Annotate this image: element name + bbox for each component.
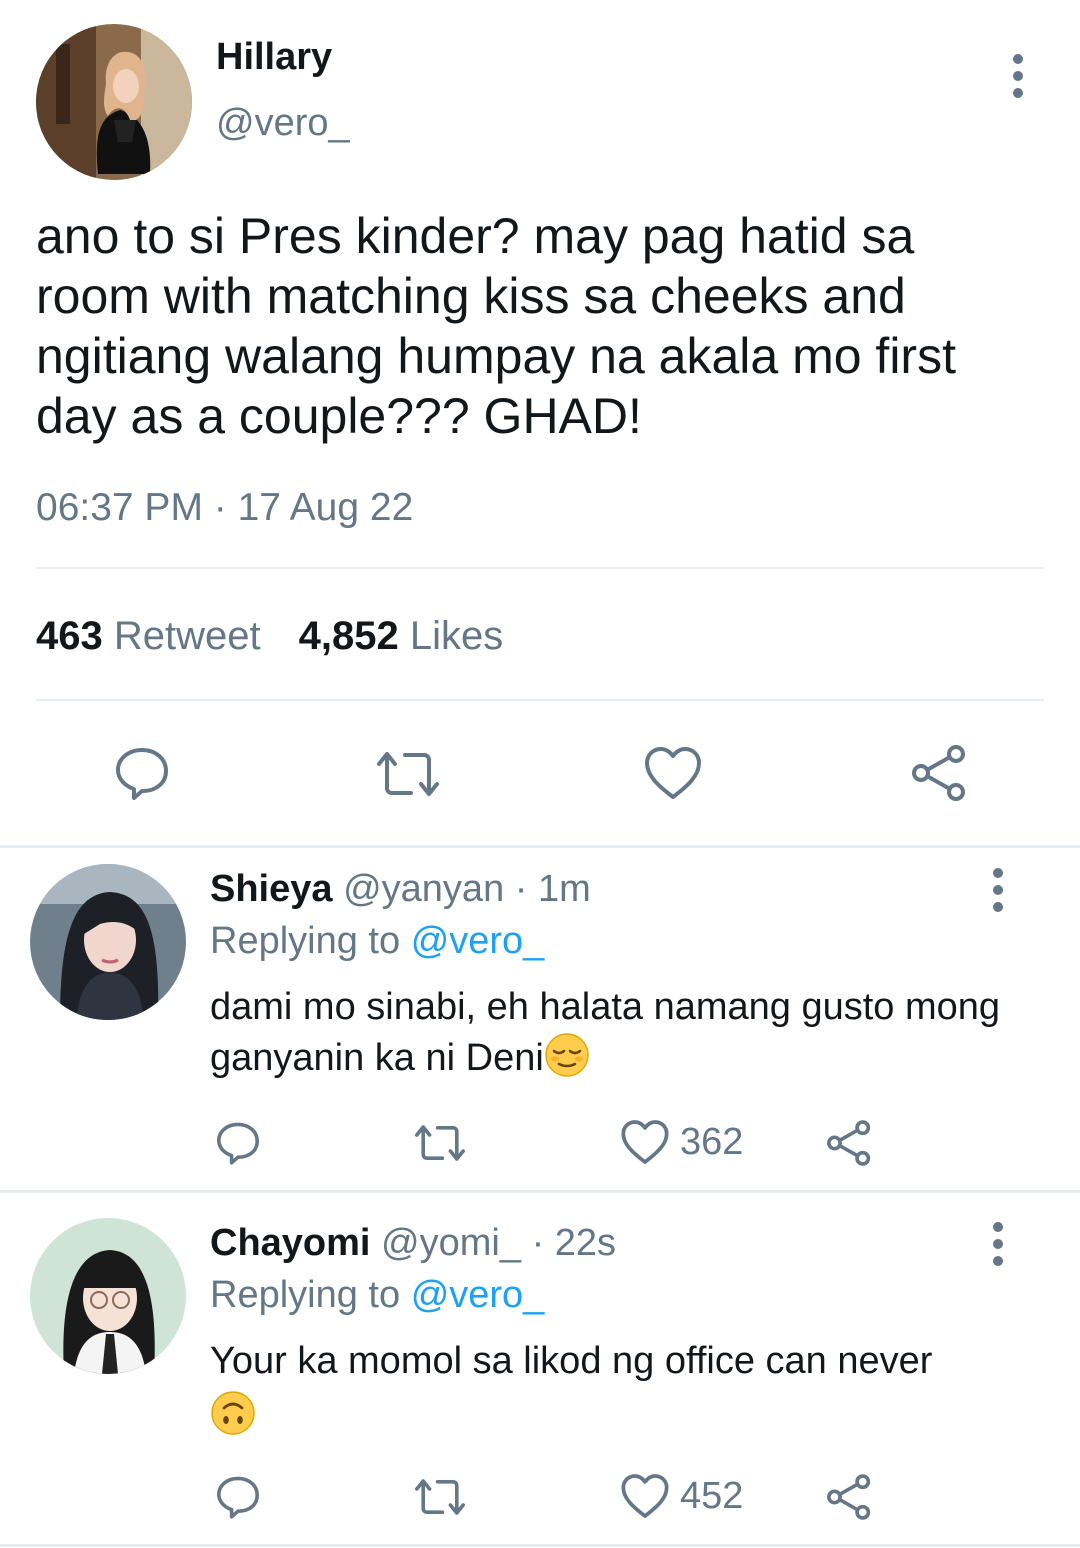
like-stat[interactable]: 4,852 Likes [299, 614, 504, 658]
main-handle[interactable]: @vero_ [216, 102, 350, 145]
share-button[interactable] [822, 1116, 876, 1170]
more-vertical-icon [988, 868, 1008, 912]
like-count: 362 [680, 1120, 744, 1163]
replying-to-label: Replying to [210, 1274, 401, 1316]
share-button[interactable] [822, 1470, 876, 1524]
retweet-button[interactable] [410, 1474, 470, 1520]
heart-icon [621, 1120, 669, 1164]
like-button[interactable]: 452 [620, 1472, 743, 1520]
main-tweet-text: ano to si Pres kinder? may pag hatid sa … [36, 208, 956, 444]
reply-handle[interactable]: @yomi_ [381, 1222, 521, 1264]
main-more-options-button[interactable] [1004, 54, 1032, 98]
more-vertical-icon [1008, 54, 1028, 98]
reply-icon [217, 1476, 259, 1519]
like-button[interactable] [640, 742, 706, 804]
retweet-count: 463 [36, 614, 103, 658]
reply-handle[interactable]: @yanyan [343, 868, 504, 910]
reply-display-name[interactable]: Shieya [210, 868, 333, 910]
like-count: 4,852 [298, 614, 399, 658]
divider [36, 567, 1044, 569]
retweet-icon [415, 1479, 465, 1515]
reply-avatar[interactable] [30, 864, 186, 1020]
share-icon [827, 1474, 871, 1520]
replying-to-label: Replying to [210, 920, 401, 962]
reply-header: Shieya @yanyan · 1m [210, 868, 591, 911]
retweet-label: Retweet [113, 614, 261, 658]
share-icon [827, 1120, 871, 1166]
replying-to-mention[interactable]: @vero_ [411, 1274, 545, 1316]
reply-avatar[interactable] [30, 1218, 186, 1374]
reply-age: · 22s [531, 1222, 617, 1264]
more-vertical-icon [988, 1222, 1008, 1266]
reply-button[interactable] [212, 1116, 264, 1168]
main-timestamp[interactable]: 06:37 PM · 17 Aug 22 [36, 486, 413, 530]
replying-to: Replying to @vero_ [210, 920, 544, 963]
retweet-button[interactable] [372, 744, 444, 804]
reply-text-content: dami mo sinabi, eh halata namang gusto m… [210, 986, 1001, 1079]
reply-text: dami mo sinabi, eh halata namang gusto m… [210, 982, 1010, 1083]
retweet-button[interactable] [410, 1120, 470, 1166]
reply-header: Chayomi @yomi_ · 22s [210, 1222, 616, 1265]
reply-button[interactable] [110, 740, 174, 804]
reply-age: · 1m [514, 868, 591, 910]
reply-display-name[interactable]: Chayomi [210, 1222, 370, 1264]
retweet-stat[interactable]: 463 Retweet [36, 614, 261, 658]
reply-icon [217, 1122, 259, 1165]
like-label: Likes [409, 614, 504, 658]
section-separator [0, 1190, 1080, 1193]
divider [36, 699, 1044, 701]
reply-text: Your ka momol sa likod ng office can nev… [210, 1336, 1010, 1441]
main-avatar[interactable] [36, 24, 192, 180]
retweet-icon [377, 752, 439, 796]
main-display-name[interactable]: Hillary [216, 36, 332, 79]
relieved-face-emoji [545, 1033, 589, 1077]
reply-more-options-button[interactable] [984, 868, 1012, 912]
retweet-icon [415, 1125, 465, 1161]
reply-icon [116, 748, 168, 800]
section-separator [0, 845, 1080, 848]
reply-text-content: Your ka momol sa likod ng office can nev… [210, 1340, 933, 1382]
reply-more-options-button[interactable] [984, 1222, 1012, 1266]
replying-to: Replying to @vero_ [210, 1274, 544, 1317]
section-separator [0, 1544, 1080, 1547]
engagement-stats: 463 Retweet 4,852 Likes [36, 614, 503, 659]
upside-down-face-emoji [211, 1391, 255, 1435]
heart-icon [645, 747, 701, 799]
share-icon [912, 745, 965, 801]
like-button[interactable]: 362 [620, 1118, 743, 1166]
share-button[interactable] [906, 740, 972, 806]
like-count: 452 [680, 1474, 744, 1517]
replying-to-mention[interactable]: @vero_ [411, 920, 545, 962]
reply-button[interactable] [212, 1470, 264, 1522]
heart-icon [621, 1474, 669, 1518]
